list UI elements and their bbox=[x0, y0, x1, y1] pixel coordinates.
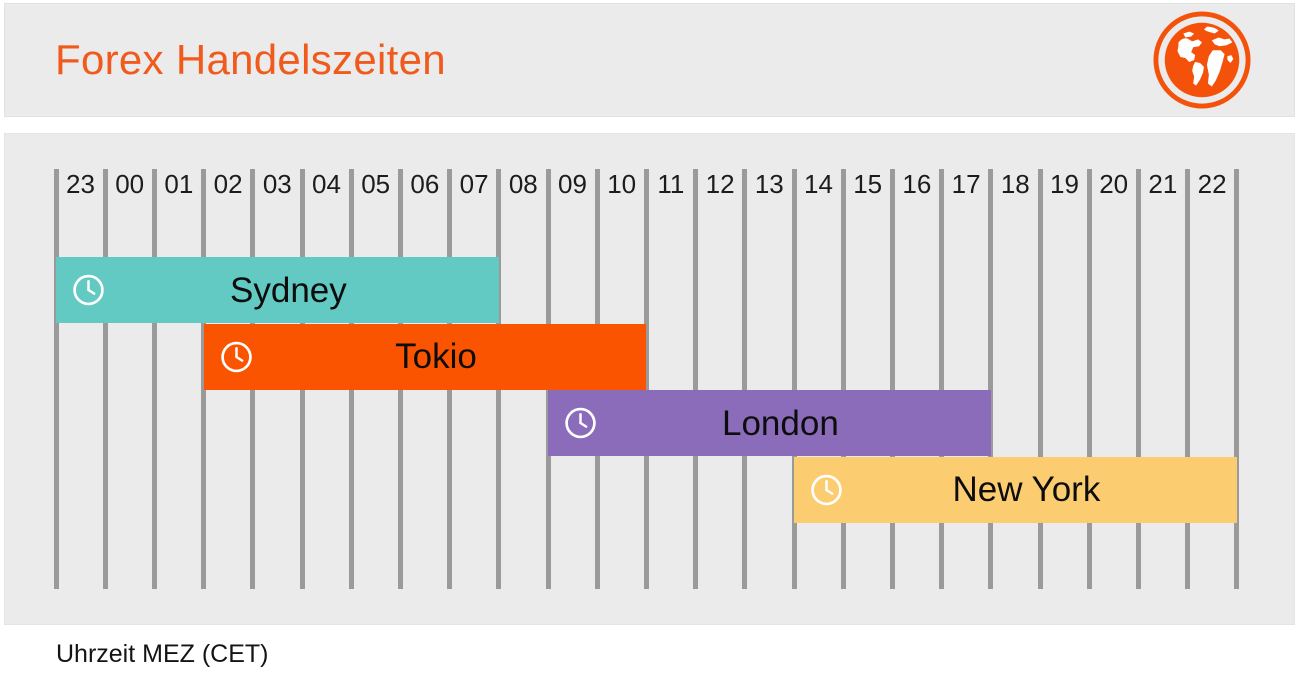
session-bar[interactable]: Tokio bbox=[203, 323, 647, 390]
chart-panel: 23 00 01 02 03 04 05 06 07 08 09 10 11 12 13 14 15 16 17 18… bbox=[4, 133, 1295, 625]
axis-caption: Uhrzeit MEZ (CET) bbox=[56, 640, 269, 668]
clock-icon bbox=[565, 407, 596, 439]
page-title: Forex Handelszeiten bbox=[55, 36, 446, 83]
header-panel: Forex Handelszeiten bbox=[4, 3, 1295, 117]
session-bars: Sydney Tokio London New York bbox=[5, 134, 1294, 624]
session-label: New York bbox=[952, 470, 1101, 509]
clock-icon bbox=[73, 274, 104, 306]
clock-icon bbox=[811, 474, 842, 505]
session-label: Sydney bbox=[230, 270, 347, 310]
session-bar[interactable]: London bbox=[548, 390, 991, 456]
session-bar[interactable]: New York bbox=[794, 456, 1237, 523]
session-label: Tokio bbox=[395, 337, 477, 376]
globe-icon bbox=[1153, 11, 1251, 109]
session-bar[interactable]: Sydney bbox=[56, 257, 499, 323]
session-label: London bbox=[722, 403, 839, 443]
clock-icon bbox=[220, 341, 252, 372]
